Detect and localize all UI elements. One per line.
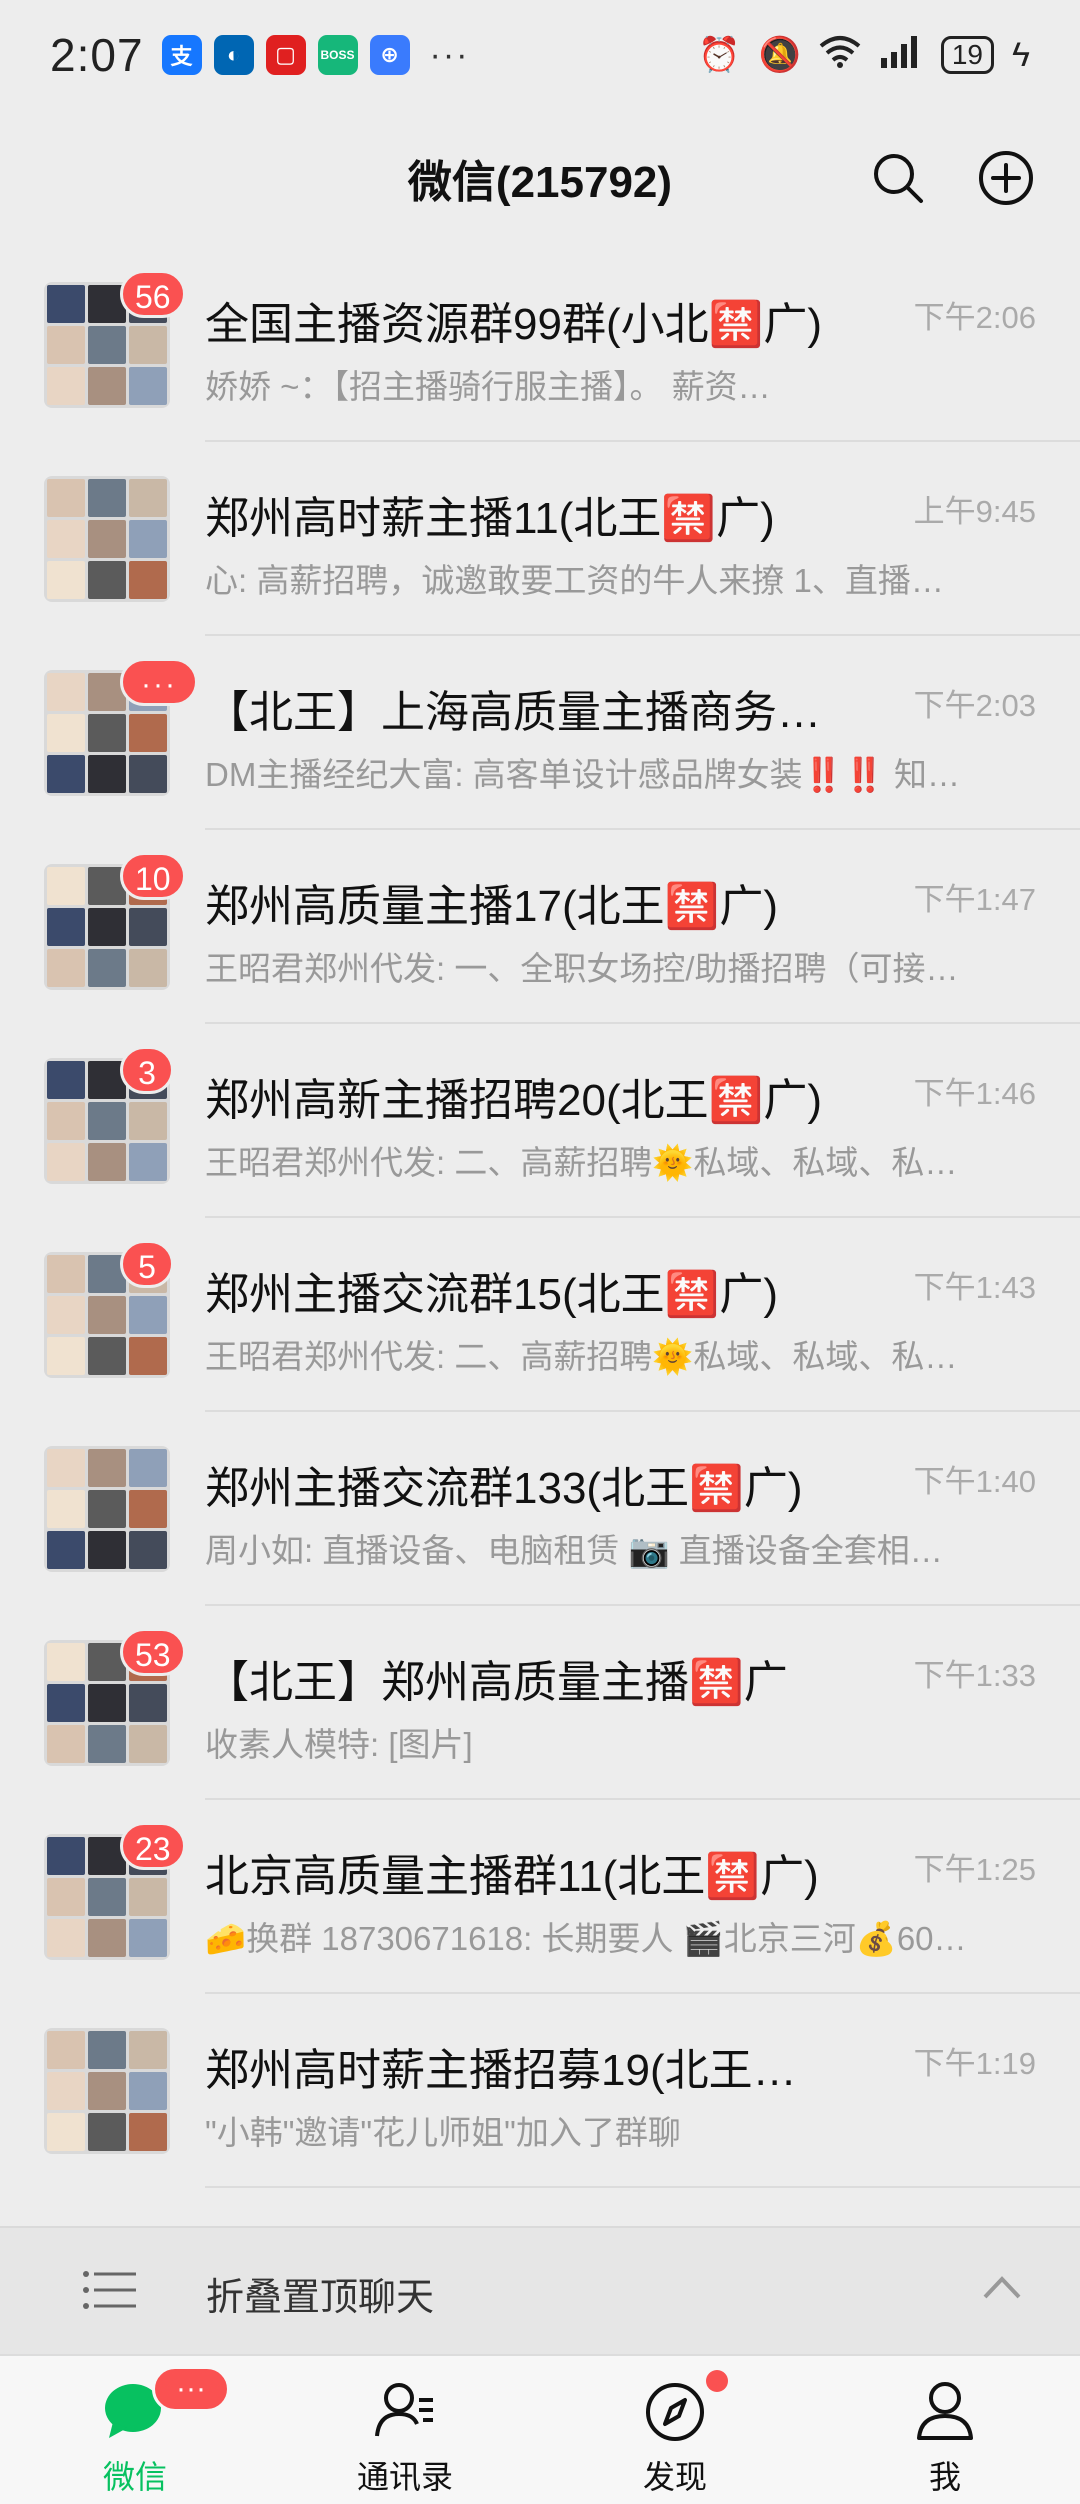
chat-row[interactable]: 【北王】郑州高质量主播🈲广 下午1:33 收素人模特: [图片] 53 (0, 1606, 1080, 1800)
chat-preview: 娇娇 ~：【招主播骑行服主播】。 薪资… (205, 368, 771, 405)
chat-preview: "小韩"邀请"花儿师姐"加入了群聊 (205, 2114, 681, 2151)
bottom-tab-bar: ··· 微信 通讯录 发现 我 (0, 2354, 1080, 2504)
chat-title: 郑州高质量主播17(北王🈲广) (205, 882, 779, 931)
chat-row[interactable]: 郑州主播交流群15(北王🈲广) 下午1:43 王昭君郑州代发: 二、高薪招聘🌞私… (0, 1218, 1080, 1412)
chat-list: 全国主播资源群99群(小北🈲广) 下午2:06 娇娇 ~：【招主播骑行服主播】。… (0, 248, 1080, 2188)
status-bar: 2:07 支 ◐ ▢ BOSS ⊕ ··· ⏰ 🔕 19 ϟ (0, 0, 1080, 110)
wifi-icon (819, 34, 861, 77)
chat-preview: 王昭君郑州代发: 二、高薪招聘🌞私域、私域、私… (205, 1144, 958, 1181)
compass-icon (646, 2383, 704, 2441)
chat-title: 郑州主播交流群15(北王🈲广) (205, 1270, 779, 1319)
ccb-icon: ◐ (213, 35, 254, 75)
chat-title: 【北王】上海高质量主播商务… (205, 688, 821, 737)
chat-time: 下午1:40 (913, 1464, 1036, 1499)
status-time: 2:07 (50, 29, 144, 81)
chat-row[interactable]: 全国主播资源群99群(小北🈲广) 下午2:06 娇娇 ~：【招主播骑行服主播】。… (0, 248, 1080, 442)
chat-title: 郑州高时薪主播11(北王🈲广) (205, 494, 775, 543)
page-title: 微信(215792) (407, 158, 673, 207)
red-app-icon: ▢ (265, 35, 306, 75)
tab-badge: ··· (152, 2366, 230, 2412)
tab-label: 通讯录 (356, 2459, 453, 2495)
unread-badge: 53 (120, 1628, 186, 1676)
chat-row[interactable]: 郑州高新主播招聘20(北王🈲广) 下午1:46 王昭君郑州代发: 二、高薪招聘🌞… (0, 1024, 1080, 1218)
chat-row[interactable]: 郑州高时薪主播招募19(北王… 下午1:19 "小韩"邀请"花儿师姐"加入了群聊 (0, 1994, 1080, 2188)
unread-badge: ··· (120, 658, 198, 706)
chat-time: 上午9:45 (913, 494, 1036, 529)
group-avatar[interactable] (44, 2028, 170, 2154)
boss-zhipin-icon: BOSS (317, 35, 358, 75)
alipay-icon: 支 (161, 35, 202, 75)
unread-badge: 3 (120, 1046, 174, 1094)
chat-preview: DM主播经纪大富: 高客单设计感品牌女装‼️‼️ 知… (205, 756, 961, 793)
signal-icon (879, 34, 923, 77)
folded-label: 折叠置顶聊天 (206, 2277, 435, 2319)
person-icon (917, 2382, 973, 2440)
chat-preview: 🧀换群 18730671618: 长期要人 🎬北京三河💰60… (205, 1920, 967, 1957)
chat-row[interactable]: 郑州主播交流群133(北王🈲广) 下午1:40 周小如: 直播设备、电脑租赁 📷… (0, 1412, 1080, 1606)
chat-title: 郑州高新主播招聘20(北王🈲广) (205, 1076, 823, 1125)
chat-time: 下午1:19 (913, 2046, 1036, 2081)
unread-badge: 23 (120, 1822, 186, 1870)
folded-pinned-chats[interactable]: 折叠置顶聊天 (0, 2226, 1080, 2354)
chat-preview: 心: 高薪招聘，诚邀敢要工资的牛人来撩 1、直播… (205, 562, 944, 599)
charging-icon: ϟ (1012, 35, 1030, 74)
unread-badge: 5 (120, 1240, 174, 1288)
battery-indicator: 19 (940, 36, 994, 74)
chat-row[interactable]: 北京高质量主播群11(北王🈲广) 下午1:25 🧀换群 18730671618:… (0, 1800, 1080, 1994)
group-avatar[interactable] (44, 476, 170, 602)
search-icon[interactable] (870, 150, 926, 206)
tab-label: 微信 (102, 2459, 167, 2495)
notification-dot (706, 2370, 728, 2392)
chat-title: 北京高质量主播群11(北王🈲广) (205, 1852, 819, 1901)
chat-title: 郑州高时薪主播招募19(北王… (205, 2046, 797, 2095)
chevron-up-icon[interactable] (982, 2274, 1022, 2300)
tab-me[interactable]: 我 (810, 2356, 1080, 2504)
chat-time: 下午1:43 (913, 1270, 1036, 1305)
alarm-icon: ⏰ (698, 36, 741, 74)
chat-time: 下午1:25 (913, 1852, 1036, 1887)
chat-row[interactable]: 郑州高时薪主播11(北王🈲广) 上午9:45 心: 高薪招聘，诚邀敢要工资的牛人… (0, 442, 1080, 636)
mute-icon: 🔕 (758, 36, 801, 74)
chat-title: 【北王】郑州高质量主播🈲广 (205, 1658, 788, 1707)
tab-contacts[interactable]: 通讯录 (270, 2356, 540, 2504)
tab-wechat[interactable]: ··· 微信 (0, 2356, 270, 2504)
tab-label: 发现 (642, 2459, 707, 2495)
browser-icon: ⊕ (369, 35, 410, 75)
chat-row[interactable]: 【北王】上海高质量主播商务… 下午2:03 DM主播经纪大富: 高客单设计感品牌… (0, 636, 1080, 830)
chat-row[interactable]: 郑州高质量主播17(北王🈲广) 下午1:47 王昭君郑州代发: 一、全职女场控/… (0, 830, 1080, 1024)
more-notifications-icon: ··· (429, 35, 470, 74)
unread-badge: 56 (120, 270, 186, 318)
group-avatar[interactable] (44, 1446, 170, 1572)
chat-preview: 收素人模特: [图片] (205, 1726, 473, 1763)
chat-title: 郑州主播交流群133(北王🈲广) (205, 1464, 803, 1513)
add-icon[interactable] (978, 150, 1034, 206)
chat-time: 下午2:06 (913, 300, 1036, 335)
chat-preview: 周小如: 直播设备、电脑租赁 📷 直播设备全套相… (205, 1532, 943, 1569)
chat-time: 下午1:47 (913, 882, 1036, 917)
tab-label: 我 (928, 2459, 961, 2495)
contacts-icon (375, 2383, 433, 2437)
app-header: 微信(215792) (0, 110, 1080, 246)
chat-preview: 王昭君郑州代发: 二、高薪招聘🌞私域、私域、私… (205, 1338, 958, 1375)
chat-preview: 王昭君郑州代发: 一、全职女场控/助播招聘（可接… (205, 950, 959, 987)
chat-time: 下午1:46 (913, 1076, 1036, 1111)
chat-title: 全国主播资源群99群(小北🈲广) (205, 300, 823, 349)
chat-time: 下午2:03 (913, 688, 1036, 723)
tab-discover[interactable]: 发现 (540, 2356, 810, 2504)
unread-badge: 10 (120, 852, 186, 900)
chat-time: 下午1:33 (913, 1658, 1036, 1693)
list-icon (83, 2271, 136, 2309)
